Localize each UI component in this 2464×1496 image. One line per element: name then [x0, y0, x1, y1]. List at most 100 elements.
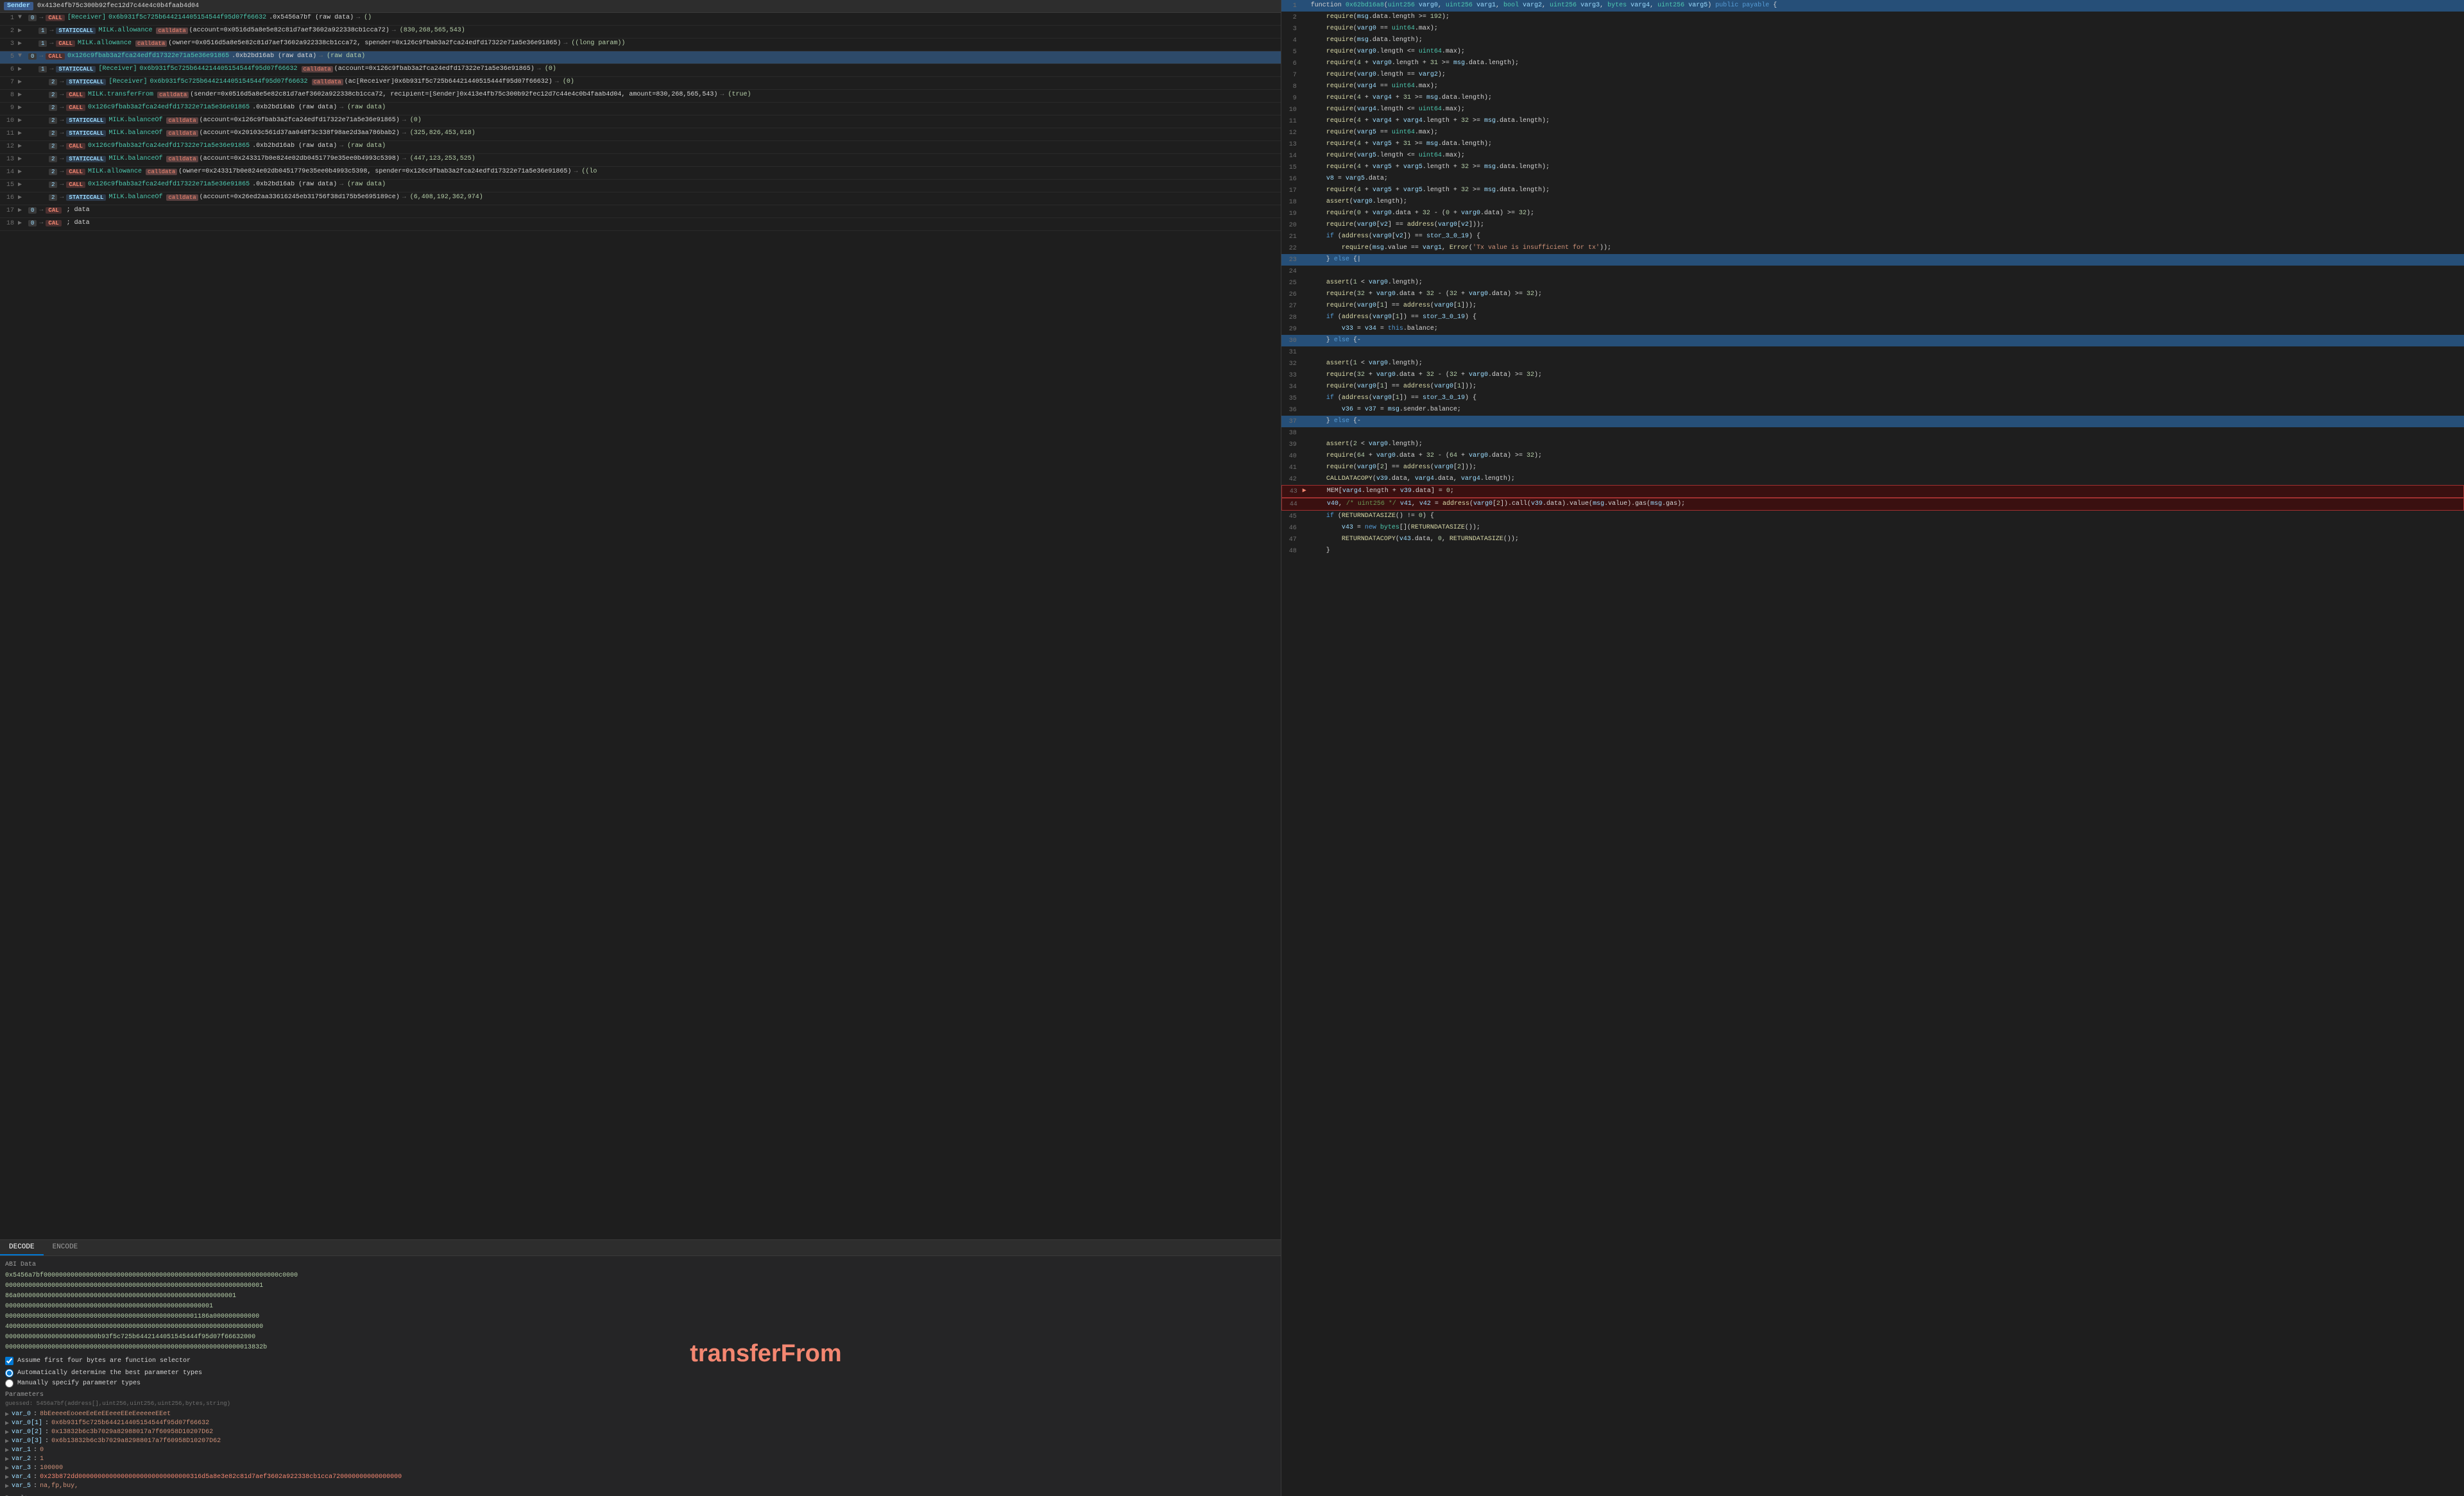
trace-row[interactable]: 7 ▶ 2 → STATICCALL [Receiver] 0x6b931f5c… [0, 77, 1281, 90]
var-expand-icon[interactable]: ▶ [5, 1447, 9, 1454]
row-params: .0xb2bd16ab (raw data) [252, 104, 337, 111]
line-number: 43 [1285, 486, 1303, 497]
trace-row[interactable]: 18 ▶ 0 → CAL ; data [0, 218, 1281, 231]
trace-row[interactable]: 15 ▶ 2 → CALL 0x126c9fbab3a2fca24edfd173… [0, 180, 1281, 192]
result-arrow: → [356, 14, 360, 21]
row-expand[interactable]: ▼ [18, 14, 28, 21]
abi-variable: ▶ var_4 : 0x23b872dd00000000000000000000… [5, 1474, 1276, 1481]
row-expand[interactable]: ▶ [18, 130, 28, 137]
depth-indicator: 2 [49, 143, 57, 149]
var-expand-icon[interactable]: ▶ [5, 1483, 9, 1490]
trace-row[interactable]: 10 ▶ 2 → STATICCALL MILK.balanceOf calld… [0, 115, 1281, 128]
var-separator: : [33, 1411, 37, 1418]
params-label: Parameters [5, 1391, 1276, 1398]
row-expand[interactable]: ▶ [18, 104, 28, 112]
var-expand-icon[interactable]: ▶ [5, 1411, 9, 1418]
trace-row[interactable]: 1 ▼ 0 → CALL [Receiver] 0x6b931f5c725b64… [0, 13, 1281, 26]
depth-arrow: → [60, 194, 64, 201]
tab-decode[interactable]: DECODE [0, 1240, 44, 1255]
var-expand-icon[interactable]: ▶ [5, 1456, 9, 1463]
row-expand[interactable]: ▶ [18, 117, 28, 124]
var-expand-icon[interactable]: ▶ [5, 1420, 9, 1427]
call-badge: STATICCALL [66, 194, 106, 201]
row-expand[interactable]: ▶ [18, 78, 28, 86]
line-content: require(msg.data.length >= 192); [1311, 12, 2461, 22]
line-content: if (address(varg0[v2]) == stor_3_0_19) { [1311, 232, 2461, 241]
hex-line: 0000000000000000000000000000000000000000… [5, 1312, 1276, 1322]
trace-row[interactable]: 2 ▶ 1 → STATICCALL MILK.allowance callda… [0, 26, 1281, 38]
receiver-addr: MILK.allowance [98, 27, 152, 34]
row-expand[interactable]: ▶ [18, 142, 28, 150]
row-expand[interactable]: ▶ [18, 155, 28, 163]
row-result: → (0) [537, 65, 556, 72]
line-number: 8 [1284, 81, 1302, 92]
row-result: → (447,123,253,525) [402, 155, 475, 162]
row-result: → () [356, 14, 372, 21]
receiver-addr: 0x126c9fbab3a2fca24edfd17322e71a5e36e918… [88, 104, 250, 111]
result-value: (0) [563, 78, 574, 85]
line-content: v43 = new bytes[](RETURNDATASIZE()); [1311, 523, 2461, 532]
line-content: require(64 + varg0.data + 32 - (64 + var… [1311, 451, 2461, 461]
var-expand-icon[interactable]: ▶ [5, 1429, 9, 1436]
row-expand[interactable]: ▶ [18, 27, 28, 35]
trace-row[interactable]: 3 ▶ 1 → CALL MILK.allowance calldata (ow… [0, 38, 1281, 51]
trace-row[interactable]: 14 ▶ 2 → CALL MILK.allowance calldata (o… [0, 167, 1281, 180]
row-expand[interactable]: ▶ [18, 40, 28, 47]
line-content: assert(1 < varg0.length); [1311, 278, 2461, 287]
var-separator: : [33, 1474, 37, 1481]
row-expand[interactable]: ▶ [18, 91, 28, 99]
row-params: (account=0x20103c561d37aa048f3c338f98ae2… [200, 130, 400, 137]
row-expand[interactable]: ▼ [18, 53, 28, 60]
line-content: require(varg5.length <= uint64.max); [1311, 151, 2461, 160]
row-expand[interactable]: ▶ [18, 168, 28, 176]
var-expand-icon[interactable]: ▶ [5, 1438, 9, 1445]
radio-auto[interactable] [5, 1369, 13, 1377]
depth-indicator: 0 [28, 53, 37, 60]
trace-row[interactable]: 9 ▶ 2 → CALL 0x126c9fbab3a2fca24edfd1732… [0, 103, 1281, 115]
code-line: 29 v33 = v34 = this.balance; [1281, 323, 2464, 335]
radio-manual[interactable] [5, 1379, 13, 1388]
tab-encode[interactable]: ENCODE [44, 1240, 87, 1255]
line-content: assert(2 < varg0.length); [1311, 439, 2461, 449]
line-content: if (address(varg0[1]) == stor_3_0_19) { [1311, 312, 2461, 322]
trace-row[interactable]: 13 ▶ 2 → STATICCALL MILK.balanceOf calld… [0, 154, 1281, 167]
depth-arrow: → [60, 155, 64, 162]
trace-row[interactable]: 16 ▶ 2 → STATICCALL MILK.balanceOf calld… [0, 192, 1281, 205]
line-content: require(msg.value == varg1, Error('Tx va… [1311, 243, 2461, 253]
trace-row[interactable]: 12 ▶ 2 → CALL 0x126c9fbab3a2fca24edfd173… [0, 141, 1281, 154]
row-number: 8 [3, 91, 18, 99]
var-expand-icon[interactable]: ▶ [5, 1474, 9, 1481]
row-expand[interactable]: ▶ [18, 219, 28, 227]
line-number: 18 [1284, 197, 1302, 207]
code-line: 30 } else {- [1281, 335, 2464, 346]
guessed-label: guessed: 5456a7bf(address[],uint256,uint… [5, 1400, 1276, 1407]
var-separator: : [33, 1483, 37, 1490]
call-badge: CALL [66, 92, 85, 98]
result-value: ((lo [581, 168, 597, 175]
row-params: .0xb2bd16ab (raw data) [232, 53, 316, 60]
line-number: 7 [1284, 70, 1302, 80]
checkbox-selector[interactable] [5, 1357, 13, 1365]
var-expand-icon[interactable]: ▶ [5, 1465, 9, 1472]
trace-row[interactable]: 8 ▶ 2 → CALL MILK.transferFrom calldata … [0, 90, 1281, 103]
line-number: 36 [1284, 405, 1302, 415]
trace-row[interactable]: 11 ▶ 2 → STATICCALL MILK.balanceOf calld… [0, 128, 1281, 141]
var-separator: : [45, 1420, 49, 1427]
row-expand[interactable]: ▶ [18, 194, 28, 201]
line-number: 41 [1284, 463, 1302, 473]
row-number: 3 [3, 40, 18, 47]
trace-row[interactable]: 17 ▶ 0 → CAL ; data [0, 205, 1281, 218]
trace-container[interactable]: 1 ▼ 0 → CALL [Receiver] 0x6b931f5c725b64… [0, 13, 1281, 1239]
trace-row[interactable]: 5 ▼ 0 → CALL 0x126c9fbab3a2fca24edfd1732… [0, 51, 1281, 64]
depth-arrow: → [39, 14, 43, 21]
code-line: 25 assert(1 < varg0.length); [1281, 277, 2464, 289]
var-value: 1 [40, 1456, 44, 1463]
row-params: ; data [67, 219, 90, 226]
row-expand[interactable]: ▶ [18, 181, 28, 189]
line-number: 32 [1284, 359, 1302, 369]
row-expand[interactable]: ▶ [18, 207, 28, 214]
row-expand[interactable]: ▶ [18, 65, 28, 73]
trace-row[interactable]: 6 ▶ 1 → STATICCALL [Receiver] 0x6b931f5c… [0, 64, 1281, 77]
result-value: (6,408,192,362,974) [410, 194, 483, 201]
receiver-addr: MILK.transferFrom [88, 91, 153, 98]
